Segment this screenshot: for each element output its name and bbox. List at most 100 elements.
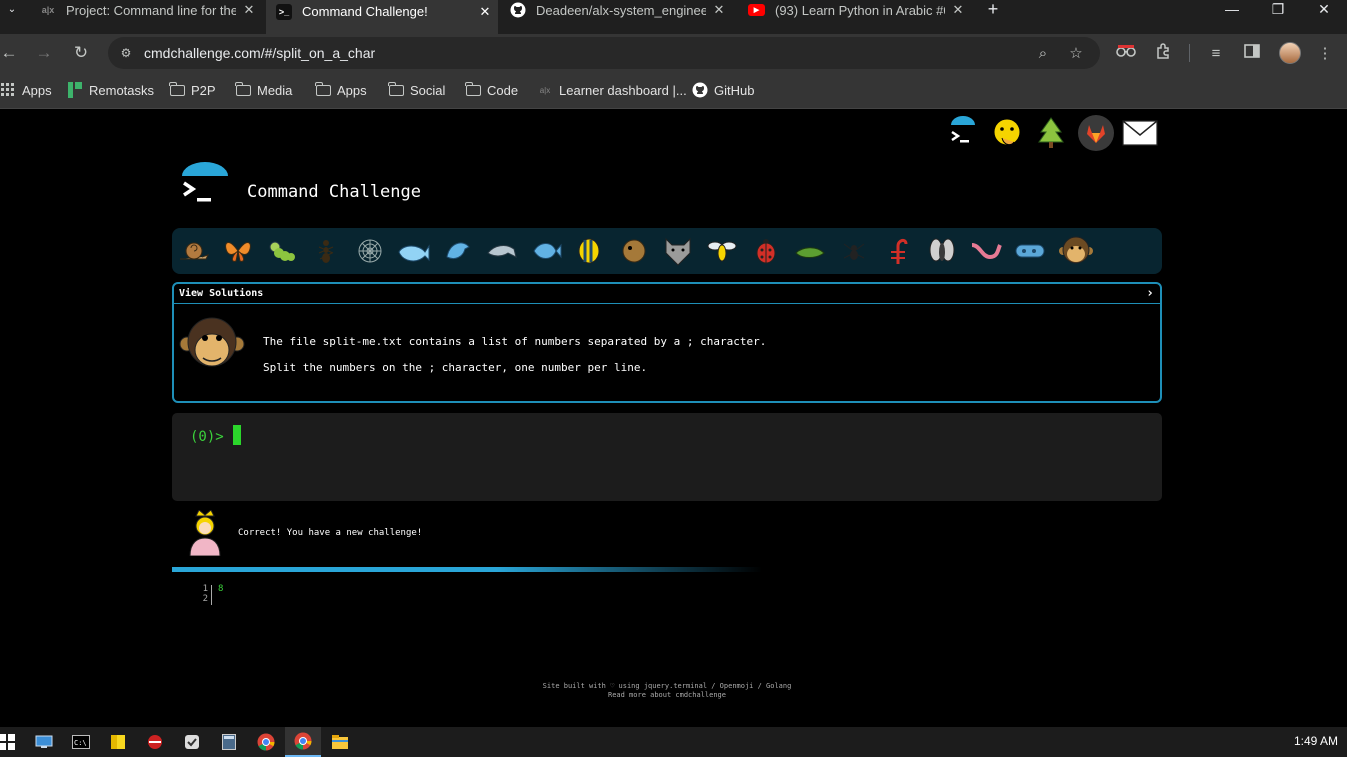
chevron-right-icon[interactable]: ›: [1146, 286, 1154, 301]
microbe-icon[interactable]: [1013, 234, 1047, 268]
terminal[interactable]: (0)>: [172, 413, 1162, 501]
tab-youtube[interactable]: ▶ (93) Learn Python in Arabic #01 ✕: [738, 0, 970, 20]
bookmark-label: Remotasks: [89, 82, 155, 98]
close-icon[interactable]: ✕: [476, 4, 494, 20]
whale-icon[interactable]: [397, 234, 431, 268]
evergreen-tree-icon[interactable]: [1032, 114, 1070, 152]
minimize-button[interactable]: —: [1209, 0, 1255, 20]
tab-title: (93) Learn Python in Arabic #01: [775, 2, 945, 18]
wolf-icon[interactable]: [661, 234, 695, 268]
url-text[interactable]: cmdchallenge.com/#/split_on_a_char: [144, 45, 375, 61]
progress-bar: [172, 567, 762, 572]
monkey-avatar-icon: [179, 314, 245, 376]
windows-start-icon[interactable]: [0, 731, 18, 753]
dolphin-gray-icon[interactable]: [485, 234, 519, 268]
bookmark-label: Code: [487, 82, 519, 98]
desktop-icon[interactable]: [33, 731, 55, 753]
bookmark-folder-code[interactable]: Code: [465, 81, 518, 99]
site-info-icon[interactable]: ⚙: [118, 45, 134, 61]
close-icon[interactable]: ✕: [710, 2, 728, 18]
bookmark-github[interactable]: GitHub: [692, 81, 754, 99]
bee-icon[interactable]: [705, 234, 739, 268]
terminal-cursor[interactable]: [233, 425, 241, 445]
face-hand-over-mouth-icon[interactable]: [988, 114, 1026, 152]
bookmark-apps[interactable]: Apps: [0, 81, 52, 99]
back-icon[interactable]: ←: [0, 40, 22, 66]
footer-credits: Site built with ♡ using jquery.terminal …: [542, 682, 792, 690]
caterpillar-icon[interactable]: [265, 234, 299, 268]
bookmark-folder-p2p[interactable]: P2P: [169, 81, 216, 99]
bookmark-star-icon[interactable]: ☆: [1067, 45, 1085, 63]
tab-command-challenge[interactable]: >_ Command Challenge! ✕: [266, 0, 498, 34]
calculator-icon[interactable]: [218, 731, 240, 753]
spider-icon[interactable]: [837, 234, 871, 268]
folder-icon: [388, 81, 404, 98]
ant-icon[interactable]: [309, 234, 343, 268]
close-icon[interactable]: ✕: [949, 2, 967, 18]
fly-icon[interactable]: [925, 234, 959, 268]
gitlab-icon[interactable]: [1077, 114, 1115, 152]
window-close-button[interactable]: ✕: [1301, 0, 1347, 20]
scorpion-icon[interactable]: [881, 234, 915, 268]
tab-github[interactable]: Deadeen/alx-system_engineeri ✕: [500, 0, 732, 20]
bookmark-learner-dashboard[interactable]: a|x Learner dashboard |...: [537, 81, 687, 99]
chrome-icon[interactable]: [255, 731, 277, 753]
bookmark-folder-social[interactable]: Social: [388, 81, 445, 99]
fish-icon[interactable]: [529, 234, 563, 268]
profile-avatar[interactable]: [1279, 42, 1301, 64]
cmdchallenge-logo-link[interactable]: [944, 114, 982, 152]
bookmark-remotasks[interactable]: Remotasks: [67, 81, 154, 99]
side-panel-icon[interactable]: [1241, 43, 1263, 65]
app-icon[interactable]: [144, 731, 166, 753]
close-icon[interactable]: ✕: [240, 2, 258, 18]
monkey-icon-current[interactable]: [1057, 232, 1095, 270]
tab-alx-project[interactable]: a|x Project: Command line for the v ✕: [30, 0, 260, 20]
zoom-icon[interactable]: ⌕: [1034, 45, 1052, 63]
checklist-app-icon[interactable]: [181, 731, 203, 753]
tropical-fish-icon[interactable]: [573, 234, 607, 268]
site-logo[interactable]: [178, 162, 232, 210]
chrome-active-icon[interactable]: [285, 727, 321, 757]
command-prompt-icon[interactable]: C:\: [70, 731, 92, 753]
spider-web-icon[interactable]: [353, 234, 387, 268]
princess-avatar-icon: [186, 509, 224, 557]
blowfish-icon[interactable]: [617, 234, 651, 268]
bookmark-label: GitHub: [714, 82, 755, 98]
bookmark-label: P2P: [191, 82, 216, 98]
new-tab-button[interactable]: +: [984, 0, 1002, 20]
address-bar[interactable]: ⚙ cmdchallenge.com/#/split_on_a_char ⌕ ☆: [108, 37, 1100, 69]
tab-search-icon[interactable]: ⌄: [0, 0, 24, 20]
tab-title: Project: Command line for the v: [66, 2, 236, 18]
file-explorer-icon[interactable]: [329, 731, 351, 753]
tab-title: Command Challenge!: [302, 4, 428, 19]
menu-dots-icon[interactable]: ⋮: [1314, 43, 1336, 65]
ladybug-icon[interactable]: [749, 234, 783, 268]
extensions-puzzle-icon[interactable]: [1152, 43, 1174, 65]
view-solutions-toggle[interactable]: View Solutions ›: [174, 284, 1160, 304]
extension-glasses-icon[interactable]: [1115, 43, 1137, 65]
folder-icon: [235, 81, 251, 98]
envelope-icon[interactable]: [1121, 114, 1159, 152]
taskbar-clock[interactable]: 1:49 AM: [1294, 734, 1338, 748]
read-more-link[interactable]: Read more about cmdchallenge: [500, 691, 834, 699]
reload-icon[interactable]: ↻: [68, 40, 94, 66]
dolphin-icon[interactable]: [441, 234, 475, 268]
remotasks-icon: [67, 82, 83, 98]
terminal-prompt: (0)>: [190, 429, 224, 445]
restore-button[interactable]: ❐: [1255, 0, 1301, 20]
bookmarks-bar: Apps Remotasks P2P Media Apps Social Cod…: [0, 72, 1347, 109]
youtube-icon: ▶: [748, 4, 765, 16]
bookmark-folder-media[interactable]: Media: [235, 81, 292, 99]
challenge-emoji-nav: [172, 228, 1162, 274]
alx-icon: a|x: [41, 5, 55, 15]
cricket-icon[interactable]: [793, 234, 827, 268]
worm-icon[interactable]: [969, 234, 1003, 268]
sticky-notes-icon[interactable]: [107, 731, 129, 753]
snail-icon[interactable]: [177, 234, 211, 268]
github-icon: [510, 2, 526, 18]
forward-icon[interactable]: →: [31, 40, 57, 66]
svg-text:C:\: C:\: [74, 739, 87, 747]
media-control-icon[interactable]: ≡: [1205, 43, 1227, 65]
butterfly-icon[interactable]: [221, 234, 255, 268]
bookmark-folder-apps[interactable]: Apps: [315, 81, 367, 99]
